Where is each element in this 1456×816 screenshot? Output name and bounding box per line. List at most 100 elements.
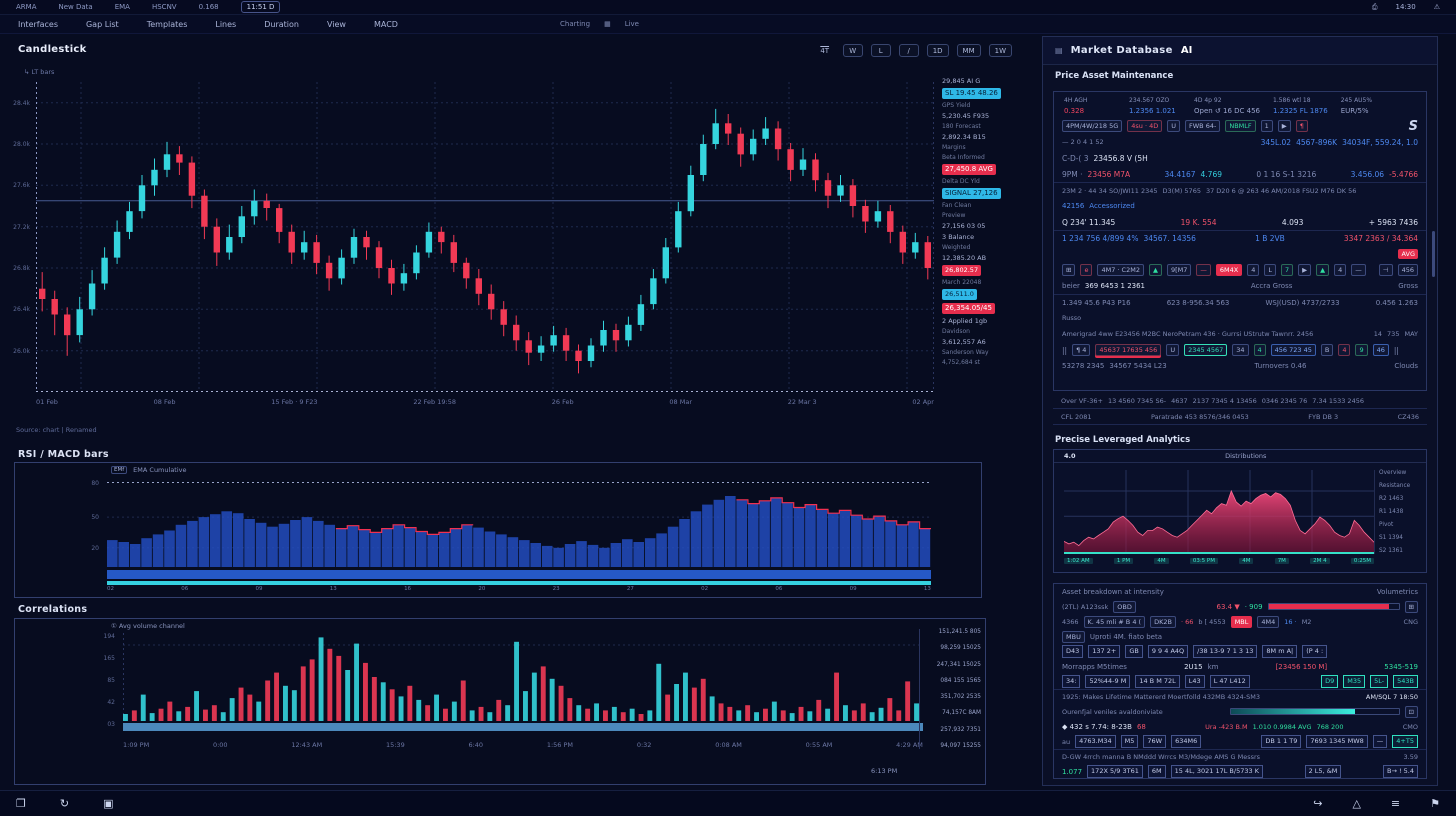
chip[interactable]: ¶ 4	[1072, 344, 1090, 356]
chip[interactable]: 9	[1355, 344, 1367, 356]
chip[interactable]: OBD	[1113, 601, 1136, 613]
chart-tool-button[interactable]: 1W	[989, 44, 1012, 57]
chip[interactable]: 4+T5	[1392, 735, 1418, 748]
chip[interactable]: L 47 L412	[1210, 675, 1250, 688]
chip[interactable]: 52%44-9 M	[1085, 675, 1130, 688]
chip[interactable]: (P 4 :	[1302, 645, 1327, 658]
menu-center-item[interactable]: Charting	[560, 20, 590, 28]
flag-icon[interactable]: ⚑	[1430, 798, 1440, 810]
chip[interactable]: 4763.M34	[1075, 735, 1116, 748]
chip[interactable]: —	[1196, 264, 1211, 276]
refresh-icon[interactable]: ↻	[60, 798, 69, 810]
chip[interactable]: M5	[1121, 735, 1139, 748]
share-icon[interactable]: ↪	[1313, 798, 1322, 810]
chip[interactable]: ⊣	[1379, 264, 1393, 276]
chip[interactable]: 7	[1281, 264, 1293, 276]
chip[interactable]: 76W	[1143, 735, 1166, 748]
chip[interactable]: 456 723 45	[1271, 344, 1316, 356]
chip[interactable]: DK2B	[1150, 616, 1176, 628]
chip[interactable]: B	[1321, 344, 1333, 356]
chip[interactable]: 45637 17635 456	[1095, 344, 1161, 356]
topbar-chip[interactable]: 11:51 D	[241, 1, 281, 13]
chip[interactable]: M35	[1343, 675, 1365, 688]
chip[interactable]: —	[1373, 735, 1388, 748]
chip[interactable]: 5L-	[1370, 675, 1388, 688]
chip[interactable]: 14 B M 72L	[1135, 675, 1179, 688]
chip[interactable]: ▲	[1316, 264, 1329, 276]
menu-item[interactable]: Duration	[264, 20, 299, 29]
chip[interactable]: 543B	[1393, 675, 1418, 688]
topbar-item[interactable]: EMA	[115, 3, 130, 11]
chip[interactable]: U	[1166, 344, 1179, 356]
chip[interactable]: NBMLF	[1225, 120, 1255, 132]
chip[interactable]: FWB 64-	[1185, 120, 1220, 132]
volume-chart[interactable]	[123, 633, 923, 733]
chip[interactable]: GB	[1125, 645, 1143, 658]
chip[interactable]: 6M4X	[1216, 264, 1242, 276]
upload-icon[interactable]: △	[1352, 798, 1360, 810]
menu-item[interactable]: Lines	[215, 20, 236, 29]
chart-tool-button[interactable]: /	[899, 44, 919, 57]
menu-item[interactable]: MACD	[374, 20, 398, 29]
price-level-chart[interactable]	[1064, 470, 1374, 554]
chip[interactable]: 4su · 4D	[1127, 120, 1162, 132]
screenshot-icon[interactable]: ▣	[103, 798, 113, 810]
chip[interactable]: AVG	[1398, 249, 1418, 259]
menu-item[interactable]: Gap List	[86, 20, 119, 29]
chip[interactable]: 1	[1261, 120, 1273, 132]
chip[interactable]: 7693 1345 MW8	[1306, 735, 1367, 748]
chip[interactable]: 137 2+	[1088, 645, 1120, 658]
chip[interactable]: ▶	[1298, 264, 1311, 276]
chip[interactable]: —	[1351, 264, 1366, 276]
topbar-item[interactable]: ARMA	[16, 3, 36, 11]
chip[interactable]: 46	[1373, 344, 1389, 356]
chip[interactable]: 2345 4567	[1184, 344, 1227, 356]
topbar-item[interactable]: HSCNV	[152, 3, 177, 11]
chip[interactable]: 4	[1247, 264, 1259, 276]
chip[interactable]: 634M6	[1171, 735, 1201, 748]
menu-item[interactable]: View	[327, 20, 346, 29]
chip[interactable]: 2 L5, &M	[1305, 765, 1342, 778]
chip[interactable]: ⊡	[1405, 706, 1418, 718]
chip[interactable]: ▲	[1149, 264, 1162, 276]
chip[interactable]: L43	[1185, 675, 1205, 688]
chip[interactable]: 456	[1398, 264, 1418, 276]
chart-tool-button[interactable]: 1D	[927, 44, 949, 57]
chip[interactable]: 4PM/4W/218 5G	[1062, 120, 1122, 132]
menu-item[interactable]: Interfaces	[18, 20, 58, 29]
chip[interactable]: D43	[1062, 645, 1083, 658]
chip[interactable]: 4	[1254, 344, 1266, 356]
chart-tool-button[interactable]: 4T	[815, 44, 835, 57]
bookmark-icon[interactable]: ❐	[16, 798, 26, 810]
scrollbar[interactable]	[1432, 231, 1435, 277]
alert-icon[interactable]: ⚠	[1434, 3, 1440, 11]
chip[interactable]: 4M7 · C2M2	[1097, 264, 1144, 276]
chip[interactable]: 9[M7	[1167, 264, 1191, 276]
chart-tool-button[interactable]: W	[843, 44, 863, 57]
menu-center-item[interactable]: ▦	[604, 20, 611, 28]
chip[interactable]: 4	[1334, 264, 1346, 276]
chip[interactable]: 6M	[1148, 765, 1166, 778]
chip[interactable]: 15 4L, 3021 17L B/5733 K	[1171, 765, 1263, 778]
chip[interactable]: 172X 5/9 3T61	[1087, 765, 1143, 778]
chip[interactable]: K. 45 mli # B 4 (	[1084, 616, 1146, 628]
chip[interactable]: ⊞	[1405, 601, 1418, 613]
candlestick-chart[interactable]	[36, 82, 934, 392]
chip[interactable]: /38 13-9 7 1 3 13	[1193, 645, 1257, 658]
chip[interactable]: 34	[1232, 344, 1248, 356]
menu-center-item[interactable]: Live	[625, 20, 639, 28]
chip[interactable]: 8M m A|	[1262, 645, 1297, 658]
chart-tool-button[interactable]: MM	[957, 44, 981, 57]
chip[interactable]: B→ ! 5.4	[1383, 765, 1418, 778]
chip[interactable]: ⊞	[1062, 264, 1075, 276]
topbar-item[interactable]: New Data	[58, 3, 92, 11]
chip[interactable]: 9 9 4 A4Q	[1148, 645, 1188, 658]
chip[interactable]: 4	[1338, 344, 1350, 356]
chip[interactable]: MBL	[1231, 616, 1253, 628]
chip[interactable]: DB 1 1 T9	[1261, 735, 1301, 748]
chip[interactable]: ▶	[1278, 120, 1291, 132]
chip[interactable]: 4M4	[1257, 616, 1279, 628]
printer-icon[interactable]: ⎙	[1372, 3, 1378, 12]
chip[interactable]: ¶	[1296, 120, 1308, 132]
chip[interactable]: D9	[1321, 675, 1338, 688]
